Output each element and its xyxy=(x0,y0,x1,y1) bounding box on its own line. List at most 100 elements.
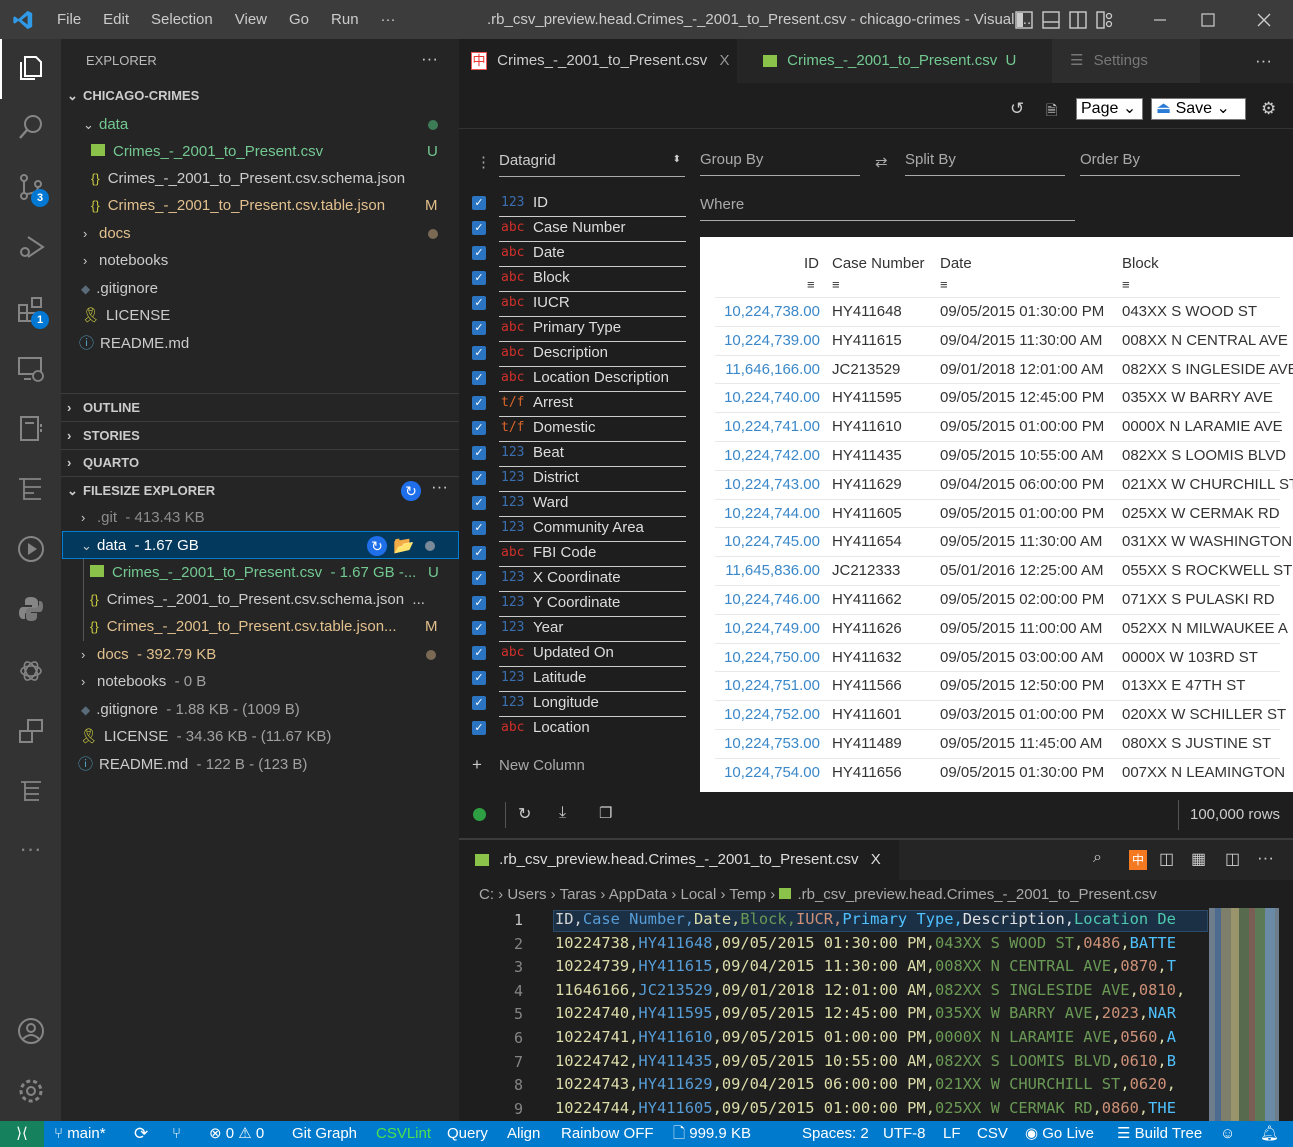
fs-item-git[interactable]: ›.git - 413.43 KB xyxy=(81,504,479,531)
column-item[interactable]: ✓ 123 Beat xyxy=(472,442,686,467)
section-quarto[interactable]: ›QUARTO xyxy=(67,449,465,476)
column-item[interactable]: ✓ t/f Arrest xyxy=(472,392,686,417)
tree-item-data[interactable]: ⌄data xyxy=(83,111,481,138)
column-item[interactable]: ✓ 123 X Coordinate xyxy=(472,567,686,592)
table-view-icon[interactable]: ▦ xyxy=(1191,849,1206,869)
column-name[interactable]: Y Coordinate xyxy=(533,592,620,614)
column-checkbox[interactable]: ✓ xyxy=(472,721,486,735)
new-column-button[interactable]: New Column xyxy=(499,757,585,774)
notebook-icon[interactable] xyxy=(0,405,61,453)
menu-selection[interactable]: Selection xyxy=(140,0,224,39)
column-name[interactable]: X Coordinate xyxy=(533,567,621,589)
refresh-icon[interactable]: ↻ xyxy=(401,481,421,501)
grid-header-block[interactable]: Block xyxy=(1122,255,1159,272)
fs-item-license[interactable]: 🎗LICENSE - 34.36 KB - (11.67 KB) xyxy=(79,723,477,750)
python-icon[interactable] xyxy=(0,585,61,633)
column-name[interactable]: Ward xyxy=(533,492,568,514)
test-tree-icon[interactable] xyxy=(0,465,61,513)
table-row[interactable]: 10,224,745.00 HY411654 09/05/2015 11:30:… xyxy=(715,527,1280,556)
csvlint-button[interactable]: CSVLint xyxy=(376,1121,431,1147)
column-menu-icon[interactable]: ≡ xyxy=(807,277,815,292)
column-name[interactable]: Arrest xyxy=(533,392,573,414)
column-item[interactable]: ✓ abc Primary Type xyxy=(472,317,686,342)
tree-item-docs[interactable]: ›docs xyxy=(83,220,481,247)
fs-item-data[interactable]: ⌄data - 1.67 GB xyxy=(81,532,479,559)
order-by-field[interactable]: Order By xyxy=(1080,151,1240,176)
toggle-panel-icon[interactable] xyxy=(1040,0,1062,39)
column-item[interactable]: ✓ 123 Ward xyxy=(472,492,686,517)
column-name[interactable]: Year xyxy=(533,617,563,639)
tree-item-table-json[interactable]: {}Crimes_-_2001_to_Present.csv.table.jso… xyxy=(91,192,489,219)
column-item[interactable]: ✓ abc Location xyxy=(472,717,686,742)
table-row[interactable]: 10,224,742.00 HY411435 09/05/2015 10:55:… xyxy=(715,441,1280,470)
table-row[interactable]: 10,224,754.00 HY411656 09/05/2015 01:30:… xyxy=(715,758,1280,787)
column-checkbox[interactable]: ✓ xyxy=(472,446,486,460)
table-row[interactable]: 10,224,744.00 HY411605 09/05/2015 01:00:… xyxy=(715,499,1280,528)
account-icon[interactable] xyxy=(0,1007,61,1055)
column-checkbox[interactable]: ✓ xyxy=(472,471,486,485)
column-name[interactable]: Longitude xyxy=(533,692,599,714)
language-mode-button[interactable]: CSV xyxy=(977,1121,1008,1147)
live-share-icon[interactable] xyxy=(0,707,61,755)
explorer-more-icon[interactable]: ··· xyxy=(421,45,451,72)
column-name[interactable]: ID xyxy=(533,192,548,214)
tree-item-csv[interactable]: Crimes_-_2001_to_Present.csvU xyxy=(91,138,489,165)
column-name[interactable]: FBI Code xyxy=(533,542,596,564)
column-checkbox[interactable]: ✓ xyxy=(472,371,486,385)
tree-item-schema-json[interactable]: {}Crimes_-_2001_to_Present.csv.schema.js… xyxy=(91,165,489,192)
close-window-icon[interactable] xyxy=(1244,0,1284,39)
problems-indicator[interactable]: ⊗ 0 ⚠ 0 xyxy=(209,1121,264,1147)
column-name[interactable]: District xyxy=(533,467,579,489)
reload-icon[interactable]: ↺ xyxy=(1010,99,1024,119)
tab-settings[interactable]: ☰ Settings xyxy=(1052,39,1200,83)
filesize-more-icon[interactable]: ··· xyxy=(431,477,448,497)
table-row[interactable]: 11,646,166.00 JC213529 09/01/2018 12:01:… xyxy=(715,355,1280,384)
breadcrumb-item[interactable]: Local xyxy=(681,886,717,903)
column-item[interactable]: ✓ abc Description xyxy=(472,342,686,367)
table-row[interactable]: 10,224,746.00 HY411662 09/05/2015 02:00:… xyxy=(715,585,1280,614)
save-select[interactable]: ⏏ Save ⌄ xyxy=(1151,98,1246,120)
remote-explorer-icon[interactable] xyxy=(0,345,61,393)
swap-icon[interactable]: ⇄ xyxy=(875,153,888,171)
encoding-button[interactable]: UTF-8 xyxy=(883,1121,926,1147)
explorer-icon[interactable] xyxy=(0,44,61,92)
add-column-icon[interactable]: + xyxy=(472,755,482,775)
column-name[interactable]: Block xyxy=(533,267,570,289)
column-item[interactable]: ✓ abc Block xyxy=(472,267,686,292)
table-row[interactable]: 10,224,739.00 HY411615 09/04/2015 11:30:… xyxy=(715,326,1280,355)
document-icon[interactable]: 🗎 xyxy=(1046,100,1057,124)
download-icon[interactable]: ⤓ xyxy=(559,804,566,822)
section-outline[interactable]: ›OUTLINE xyxy=(67,394,465,421)
column-checkbox[interactable]: ✓ xyxy=(472,496,486,510)
search-data-icon[interactable]: ⌕ xyxy=(1093,849,1102,867)
column-menu-icon[interactable]: ≡ xyxy=(832,277,840,292)
column-name[interactable]: Location xyxy=(533,717,590,739)
column-checkbox[interactable]: ✓ xyxy=(472,521,486,535)
column-checkbox[interactable]: ✓ xyxy=(472,421,486,435)
fs-item-notebooks[interactable]: ›notebooks - 0 B xyxy=(81,668,479,695)
column-menu-icon[interactable]: ≡ xyxy=(940,277,948,292)
column-checkbox[interactable]: ✓ xyxy=(472,671,486,685)
build-tree-button[interactable]: ☰ Build Tree xyxy=(1117,1121,1202,1147)
column-checkbox[interactable]: ✓ xyxy=(472,646,486,660)
grid-header-date[interactable]: Date xyxy=(940,255,972,272)
column-checkbox[interactable]: ✓ xyxy=(472,271,486,285)
column-name[interactable]: IUCR xyxy=(533,292,570,314)
fs-item-readme[interactable]: ⓘREADME.md - 122 B - (123 B) xyxy=(78,751,476,778)
table-row[interactable]: 10,224,741.00 HY411610 09/05/2015 01:00:… xyxy=(715,412,1280,441)
fs-item-schema-json[interactable]: {}Crimes_-_2001_to_Present.csv.schema.js… xyxy=(90,586,488,613)
refresh-icon[interactable]: ↻ xyxy=(518,804,531,824)
column-name[interactable]: Latitude xyxy=(533,667,586,689)
column-name[interactable]: Location Description xyxy=(533,367,669,389)
table-row[interactable]: 10,224,752.00 HY411601 09/03/2015 01:00:… xyxy=(715,700,1280,729)
settings-gear-icon[interactable]: ⚙ xyxy=(1261,99,1276,119)
table-row[interactable]: 10,224,749.00 HY411626 09/05/2015 11:00:… xyxy=(715,614,1280,643)
editor-more-icon[interactable]: ··· xyxy=(1257,848,1274,868)
tab-csv-preview[interactable]: 中 Crimes_-_2001_to_Present.csv X xyxy=(459,39,737,83)
notifications-bell-icon[interactable]: 🔔︎ xyxy=(1260,1121,1279,1147)
grid-header-case-number[interactable]: Case Number xyxy=(832,255,925,272)
column-item[interactable]: ✓ abc IUCR xyxy=(472,292,686,317)
query-icon[interactable]: ◫ xyxy=(1159,849,1174,869)
column-item[interactable]: ✓ abc Date xyxy=(472,242,686,267)
column-checkbox[interactable]: ✓ xyxy=(472,196,486,210)
